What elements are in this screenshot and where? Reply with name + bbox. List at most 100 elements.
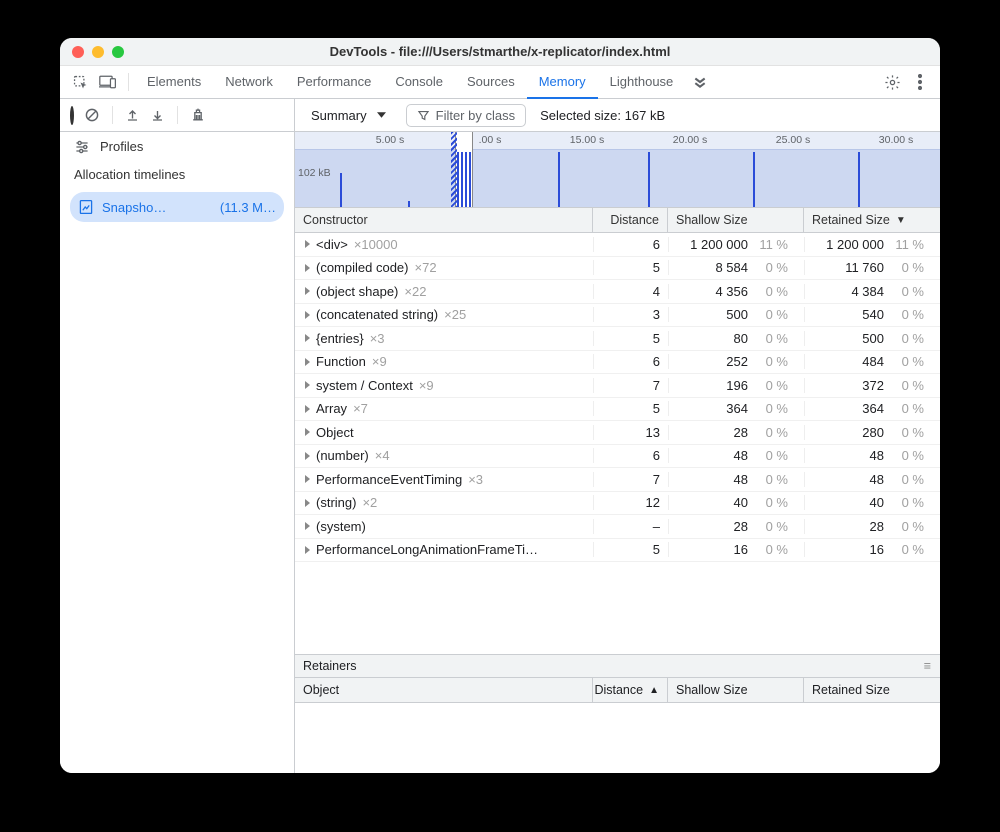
close-window-button[interactable] <box>72 46 84 58</box>
download-icon[interactable] <box>150 108 165 123</box>
snapshot-item[interactable]: Snapsho… (11.3 M… <box>70 192 284 222</box>
table-row[interactable]: (concatenated string)×2535000 %5400 % <box>295 304 940 328</box>
clear-button[interactable] <box>84 107 100 123</box>
table-row[interactable]: Array×753640 %3640 % <box>295 398 940 422</box>
filter-input[interactable]: Filter by class <box>406 104 526 127</box>
allocation-bar <box>408 201 410 207</box>
expand-icon[interactable] <box>305 264 310 272</box>
expand-icon[interactable] <box>305 499 310 507</box>
constructor-name: Function <box>316 354 366 369</box>
col-constructor[interactable]: Constructor <box>295 208 593 232</box>
device-toolbar-icon[interactable] <box>94 68 122 96</box>
table-row[interactable]: Function×962520 %4840 % <box>295 351 940 375</box>
tab-lighthouse[interactable]: Lighthouse <box>598 66 686 99</box>
tab-elements[interactable]: Elements <box>135 66 213 99</box>
allocation-timeline[interactable]: 5.00 s .00 s15.00 s20.00 s25.00 s30.00 s… <box>295 132 940 208</box>
expand-icon[interactable] <box>305 358 310 366</box>
expand-icon[interactable] <box>305 452 310 460</box>
table-row[interactable]: PerformanceLongAnimationFrameTi…5160 %16… <box>295 539 940 563</box>
table-row[interactable]: (compiled code)×7258 5840 %11 7600 % <box>295 257 940 281</box>
retained-size: 4 384 <box>813 284 890 299</box>
instance-count: ×2 <box>362 495 377 510</box>
tab-console[interactable]: Console <box>383 66 455 99</box>
table-row[interactable]: (string)×212400 %400 % <box>295 492 940 516</box>
shallow-pct: 0 % <box>754 307 796 322</box>
constructor-name: {entries} <box>316 331 364 346</box>
constructor-name: PerformanceEventTiming <box>316 472 462 487</box>
expand-icon[interactable] <box>305 546 310 554</box>
inspect-icon[interactable] <box>66 68 94 96</box>
retained-pct: 0 % <box>890 331 932 346</box>
maximize-window-button[interactable] <box>112 46 124 58</box>
retained-size: 540 <box>813 307 890 322</box>
expand-icon[interactable] <box>305 475 310 483</box>
retained-pct: 0 % <box>890 448 932 463</box>
tab-memory[interactable]: Memory <box>527 66 598 99</box>
garbage-collect-icon[interactable] <box>190 107 206 123</box>
retainers-col-object[interactable]: Object <box>295 678 593 702</box>
kebab-menu-icon[interactable] <box>906 68 934 96</box>
table-row[interactable]: PerformanceEventTiming×37480 %480 % <box>295 468 940 492</box>
retained-pct: 0 % <box>890 354 932 369</box>
retainers-col-shallow[interactable]: Shallow Size <box>668 678 804 702</box>
instance-count: ×25 <box>444 307 466 322</box>
allocation-timelines-heading[interactable]: Allocation timelines <box>60 161 294 188</box>
table-row[interactable]: Object13280 %2800 % <box>295 421 940 445</box>
expand-icon[interactable] <box>305 334 310 342</box>
snapshot-size: (11.3 M… <box>220 200 276 215</box>
table-row[interactable]: (object shape)×2244 3560 %4 3840 % <box>295 280 940 304</box>
distance-cell: 5 <box>593 542 668 557</box>
shallow-size: 500 <box>677 307 754 322</box>
expand-icon[interactable] <box>305 405 310 413</box>
table-header: Constructor Distance Shallow Size Retain… <box>295 208 940 233</box>
retained-size: 40 <box>813 495 890 510</box>
expand-icon[interactable] <box>305 311 310 319</box>
expand-icon[interactable] <box>305 522 310 530</box>
minimize-window-button[interactable] <box>92 46 104 58</box>
table-row[interactable]: (system)–280 %280 % <box>295 515 940 539</box>
retained-size: 28 <box>813 519 890 534</box>
table-row[interactable]: <div>×1000061 200 00011 %1 200 00011 % <box>295 233 940 257</box>
record-button[interactable] <box>70 108 74 123</box>
instance-count: ×3 <box>370 331 385 346</box>
retained-pct: 0 % <box>890 307 932 322</box>
retainers-header[interactable]: Retainers ≡ <box>295 654 940 678</box>
profiles-heading[interactable]: Profiles <box>60 132 294 161</box>
col-retained[interactable]: Retained Size ▼ <box>804 208 940 232</box>
shallow-size: 364 <box>677 401 754 416</box>
instance-count: ×3 <box>468 472 483 487</box>
retained-pct: 0 % <box>890 378 932 393</box>
col-shallow[interactable]: Shallow Size <box>668 208 804 232</box>
table-body[interactable]: <div>×1000061 200 00011 %1 200 00011 %(c… <box>295 233 940 654</box>
expand-icon[interactable] <box>305 287 310 295</box>
separator <box>128 73 129 91</box>
shallow-size: 8 584 <box>677 260 754 275</box>
tab-network[interactable]: Network <box>213 66 285 99</box>
shallow-pct: 0 % <box>754 472 796 487</box>
shallow-pct: 0 % <box>754 495 796 510</box>
retainers-col-retained[interactable]: Retained Size <box>804 678 940 702</box>
selected-size-label: Selected size: 167 kB <box>540 108 665 123</box>
tab-sources[interactable]: Sources <box>455 66 527 99</box>
expand-icon[interactable] <box>305 240 310 248</box>
retainers-col-distance[interactable]: Distance▲ <box>593 678 668 702</box>
settings-gear-icon[interactable] <box>878 68 906 96</box>
chevron-down-icon <box>377 112 386 118</box>
table-row[interactable]: (number)×46480 %480 % <box>295 445 940 469</box>
retainers-menu-icon[interactable]: ≡ <box>924 659 932 673</box>
distance-cell: 4 <box>593 284 668 299</box>
shallow-size: 4 356 <box>677 284 754 299</box>
allocation-bar <box>469 152 471 207</box>
expand-icon[interactable] <box>305 428 310 436</box>
table-row[interactable]: {entries}×35800 %5000 % <box>295 327 940 351</box>
expand-icon[interactable] <box>305 381 310 389</box>
tab-performance[interactable]: Performance <box>285 66 383 99</box>
col-distance[interactable]: Distance <box>593 208 668 232</box>
constructor-name: Array <box>316 401 347 416</box>
more-tabs-icon[interactable] <box>685 75 715 89</box>
view-dropdown-label: Summary <box>311 108 367 123</box>
view-dropdown[interactable]: Summary <box>305 105 392 126</box>
time-ruler: 5.00 s .00 s15.00 s20.00 s25.00 s30.00 s <box>295 132 940 150</box>
table-row[interactable]: system / Context×971960 %3720 % <box>295 374 940 398</box>
upload-icon[interactable] <box>125 108 140 123</box>
